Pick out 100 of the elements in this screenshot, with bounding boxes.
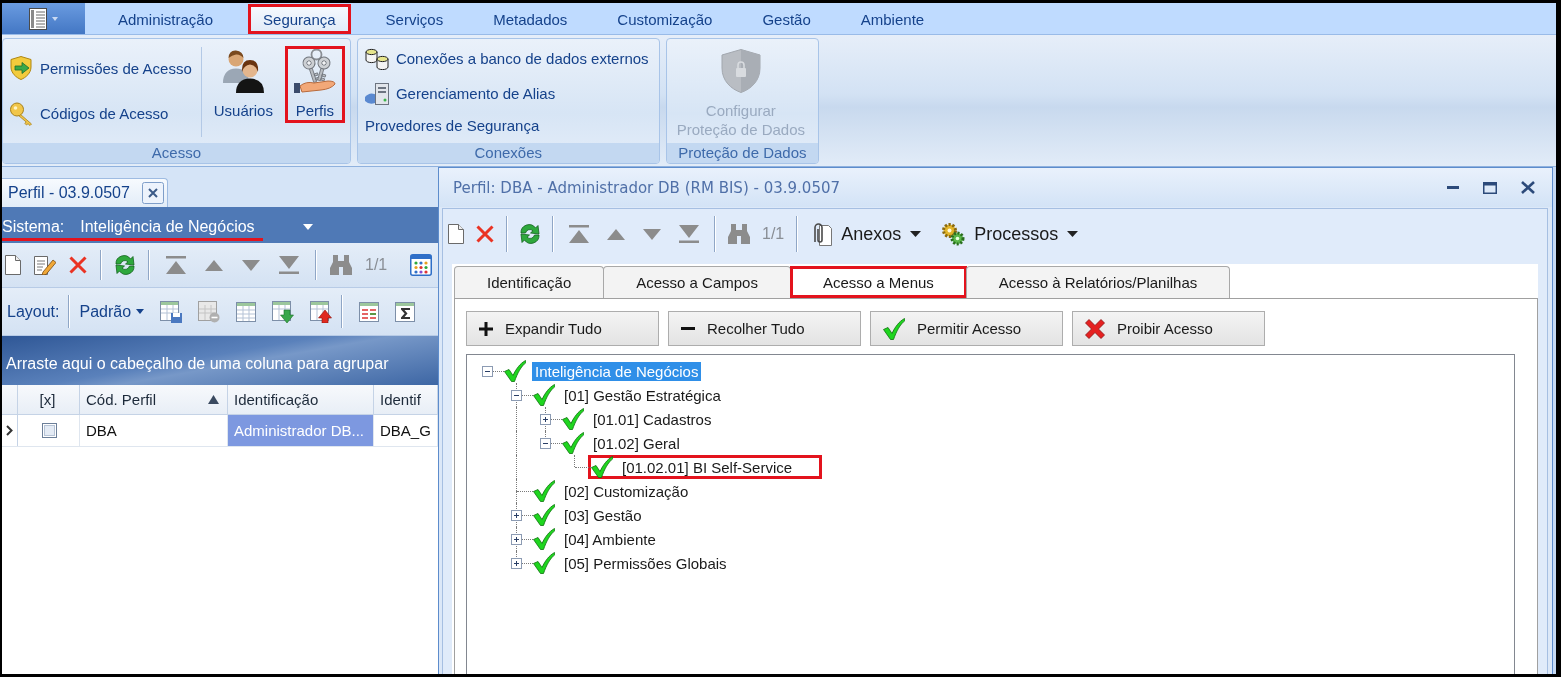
check-icon bbox=[883, 317, 905, 340]
cross-icon bbox=[1085, 318, 1105, 339]
tree-item[interactable]: [01.02.01] BI Self-Service bbox=[619, 457, 796, 477]
group-label: Proteção de Dados bbox=[666, 143, 819, 163]
column-header[interactable]: Cód. Perfil bbox=[80, 385, 228, 414]
tree-item[interactable]: [01] Gestão Estratégica bbox=[561, 385, 724, 405]
caret-icon[interactable] bbox=[302, 224, 313, 230]
sheet-lines-icon[interactable] bbox=[359, 301, 380, 322]
refresh-icon[interactable] bbox=[520, 224, 540, 244]
menu-button[interactable]: Anexos bbox=[810, 222, 930, 246]
gears-icon bbox=[941, 222, 966, 246]
maximize-icon[interactable] bbox=[1483, 181, 1497, 194]
ribbon-button[interactable]: Códigos de Acesso bbox=[5, 97, 197, 130]
caret-icon bbox=[1067, 231, 1079, 237]
tree-item[interactable]: [03] Gestão bbox=[561, 505, 645, 525]
app-menu-button[interactable] bbox=[2, 3, 85, 34]
collapse-icon[interactable] bbox=[482, 365, 493, 377]
bar-triangle-down-icon[interactable] bbox=[279, 256, 299, 274]
hand-keys-icon bbox=[293, 49, 336, 93]
users-icon bbox=[222, 49, 265, 93]
edit-icon[interactable] bbox=[34, 255, 56, 275]
collapse-icon[interactable] bbox=[511, 389, 522, 401]
group-label: Conexões bbox=[357, 143, 659, 163]
ribbon-tab[interactable]: Segurança bbox=[248, 4, 351, 34]
ribbon-button[interactable]: Provedores de Segurança bbox=[359, 113, 654, 139]
shield-lock-icon bbox=[720, 49, 761, 93]
checkbox[interactable] bbox=[41, 423, 57, 438]
action-button[interactable]: Proibir Acesso bbox=[1072, 311, 1265, 346]
server-icon bbox=[364, 82, 389, 105]
tree-item[interactable]: [01.01] Cadastros bbox=[590, 409, 715, 429]
expand-icon[interactable] bbox=[540, 413, 551, 425]
ribbon-button[interactable]: Perfis bbox=[284, 46, 345, 123]
caret-icon bbox=[910, 231, 922, 237]
triangle-down-icon[interactable] bbox=[643, 228, 661, 240]
document-list-icon bbox=[29, 7, 47, 30]
ribbon-tab[interactable]: Metadados bbox=[478, 4, 583, 34]
bar-triangle-up-icon[interactable] bbox=[166, 256, 186, 274]
ribbon-button[interactable]: Usuários bbox=[205, 46, 281, 123]
ribbon-tab[interactable]: Ambiente bbox=[845, 4, 940, 34]
ribbon-button[interactable]: Conexões a banco de dados externos bbox=[359, 43, 654, 74]
layout-dropdown[interactable]: Padrão bbox=[79, 302, 145, 321]
caret-icon bbox=[136, 309, 145, 314]
sheet-sigma-icon[interactable] bbox=[395, 301, 416, 322]
sheet-arrow-up-icon[interactable] bbox=[310, 300, 333, 323]
triangle-down-icon[interactable] bbox=[242, 259, 260, 271]
tab[interactable]: Acesso a Menus bbox=[789, 266, 967, 298]
tab[interactable]: Acesso à Relatórios/Planilhas bbox=[965, 266, 1231, 298]
record-counter: 1/1 bbox=[762, 225, 785, 243]
action-button[interactable]: Permitir Acesso bbox=[870, 311, 1063, 346]
system-select[interactable]: Inteligência de Negócios bbox=[80, 217, 255, 236]
table-cell: Administrador DB... bbox=[228, 415, 374, 446]
new-document-icon[interactable] bbox=[5, 255, 21, 275]
close-icon[interactable] bbox=[1521, 181, 1535, 194]
ribbon-button[interactable]: Permissões de Acesso bbox=[5, 52, 197, 85]
filter-label: Sistema: bbox=[2, 217, 65, 236]
ribbon-tab[interactable]: Gestão bbox=[747, 4, 826, 34]
shield-arrow-icon bbox=[10, 56, 33, 81]
color-grid-icon[interactable] bbox=[410, 254, 433, 276]
sheet-arrow-down-icon[interactable] bbox=[272, 300, 295, 323]
group-label: Acesso bbox=[3, 143, 350, 163]
sheet-save-icon[interactable] bbox=[160, 300, 183, 323]
tree-item[interactable]: [04] Ambiente bbox=[561, 529, 659, 549]
tree-item[interactable]: [02] Customização bbox=[561, 481, 692, 501]
new-document-icon[interactable] bbox=[448, 224, 464, 244]
binoculars-icon[interactable] bbox=[728, 224, 750, 244]
ribbon-tab[interactable]: Customização bbox=[602, 4, 728, 34]
bar-triangle-up-icon[interactable] bbox=[569, 225, 589, 243]
layout-label: Layout: bbox=[7, 302, 60, 321]
group-by-hint: Arraste aqui o cabeçalho de uma coluna para agrupar bbox=[6, 354, 389, 373]
caret-icon bbox=[52, 16, 58, 21]
ribbon-tab[interactable]: Serviços bbox=[370, 4, 459, 34]
tree-item[interactable]: [05] Permissões Globais bbox=[561, 553, 730, 573]
column-header[interactable]: Identificação bbox=[228, 385, 374, 414]
sheet-icon[interactable] bbox=[236, 301, 257, 322]
menu-button[interactable]: Processos bbox=[941, 222, 1087, 246]
refresh-icon[interactable] bbox=[115, 255, 135, 275]
bar-triangle-down-icon[interactable] bbox=[679, 225, 699, 243]
binoculars-icon[interactable] bbox=[330, 255, 352, 275]
action-button[interactable]: Expandir Tudo bbox=[466, 311, 659, 346]
key-icon bbox=[10, 101, 33, 126]
expand-icon[interactable] bbox=[511, 509, 522, 521]
column-header[interactable]: [x] bbox=[18, 385, 80, 414]
record-counter: 1/1 bbox=[365, 256, 388, 274]
collapse-icon[interactable] bbox=[540, 437, 551, 449]
triangle-up-icon[interactable] bbox=[607, 228, 625, 240]
ribbon-button[interactable]: Gerenciamento de Alias bbox=[359, 78, 654, 109]
close-icon[interactable] bbox=[141, 182, 164, 204]
tab[interactable]: Identificação bbox=[454, 266, 605, 298]
ribbon-tab[interactable]: Administração bbox=[103, 4, 229, 34]
delete-icon[interactable] bbox=[476, 225, 494, 243]
action-button[interactable]: Recolher Tudo bbox=[668, 311, 861, 346]
delete-icon[interactable] bbox=[69, 256, 87, 274]
expand-icon[interactable] bbox=[511, 557, 522, 569]
tree-item[interactable]: [01.02] Geral bbox=[590, 433, 683, 453]
window-title: Perfil: DBA - Administrador DB (RM BIS) - 03.9.0507 bbox=[453, 178, 841, 197]
expand-icon[interactable] bbox=[511, 533, 522, 545]
document-tab[interactable]: Perfil - 03.9.0507 bbox=[2, 178, 168, 207]
tab[interactable]: Acesso a Campos bbox=[603, 266, 791, 298]
triangle-up-icon[interactable] bbox=[205, 259, 223, 271]
database-icon bbox=[364, 47, 389, 70]
